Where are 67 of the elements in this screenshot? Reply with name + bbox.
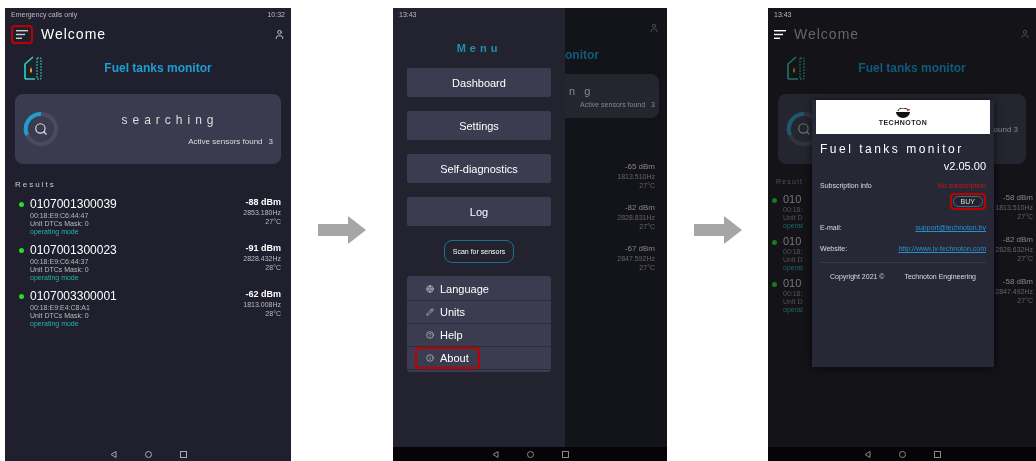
menu-button[interactable]: Settings (407, 111, 551, 140)
user-icon (649, 23, 659, 33)
option-item[interactable]: Language (418, 281, 497, 297)
sensor-rssi: -91 dBm (245, 243, 281, 253)
recents-icon[interactable] (933, 450, 941, 458)
results-title: Results (15, 180, 56, 189)
sensor-id: 010 (783, 277, 803, 289)
user-icon[interactable] (274, 28, 285, 40)
dialog-title: Fuel tanks monitor (820, 142, 965, 156)
sensors-count: 3 (268, 136, 273, 146)
user-icon (1020, 29, 1030, 39)
sensor-rssi: -58 dBm (1002, 193, 1033, 202)
sensor-rssi: -82 dBm (1002, 235, 1033, 244)
status-dot (19, 294, 24, 299)
arrow-icon (318, 215, 366, 244)
menu-icon (16, 29, 28, 39)
status-dot (19, 202, 24, 207)
sensors-count: ound 3 (993, 124, 1018, 134)
menu-button[interactable]: Self-diagnostics (407, 154, 551, 183)
app-title: onitor (565, 48, 600, 62)
fuel-tank-icon (786, 55, 806, 81)
arrow-icon (693, 215, 742, 244)
home-icon[interactable] (144, 450, 152, 458)
sensor-rssi: -82 dBm (624, 203, 655, 212)
status-dot (19, 248, 24, 253)
recents-icon[interactable] (561, 450, 569, 458)
menu-icon (774, 29, 786, 39)
home-icon[interactable] (898, 450, 906, 458)
help-icon (426, 331, 434, 339)
sensor-rssi: -67 dBm (624, 244, 655, 253)
fuel-tank-icon (23, 55, 43, 81)
status-dot (772, 282, 777, 287)
sensor-id[interactable]: 0107003300001 (30, 289, 117, 303)
sensor-rssi: -88 dBm (245, 197, 281, 207)
status-dot (772, 198, 777, 203)
option-item[interactable]: About (418, 350, 477, 366)
sensor-id: 010 (783, 235, 803, 247)
status-dot (772, 240, 777, 245)
home-icon[interactable] (526, 450, 534, 458)
search-progress-icon (23, 111, 59, 147)
globe-icon (426, 285, 434, 293)
app-title: Fuel tanks monitor (103, 61, 213, 75)
back-icon[interactable] (491, 450, 499, 458)
menu-title: Menu (456, 42, 502, 54)
back-icon[interactable] (109, 450, 117, 458)
pencil-icon (426, 308, 434, 316)
back-icon[interactable] (863, 450, 871, 458)
sensor-rssi: -58 dBm (1002, 277, 1033, 286)
sensors-label: Active sensors found (188, 136, 263, 146)
menu-button[interactable]: Log (407, 197, 551, 226)
menu-button[interactable]: Dashboard (407, 68, 551, 97)
screen-title: Welcome (794, 26, 861, 42)
option-item[interactable]: Help (418, 327, 471, 343)
info-icon (426, 354, 434, 362)
sensor-rssi: -65 dBm (624, 162, 655, 171)
option-item[interactable]: Units (418, 304, 474, 320)
sensor-rssi: -62 dBm (245, 289, 281, 299)
search-status: searching (120, 112, 220, 127)
sensor-id[interactable]: 0107001300023 (30, 243, 117, 257)
sensor-id[interactable]: 0107001300039 (30, 197, 117, 211)
sensor-id: 010 (783, 193, 803, 205)
logo-icon (895, 108, 911, 118)
version-text: v2.05.00 (943, 160, 986, 172)
search-status: n g (569, 84, 595, 97)
screen-title: Welcome (41, 26, 108, 42)
app-title: Fuel tanks monitor (857, 61, 967, 75)
recents-icon[interactable] (179, 450, 187, 458)
